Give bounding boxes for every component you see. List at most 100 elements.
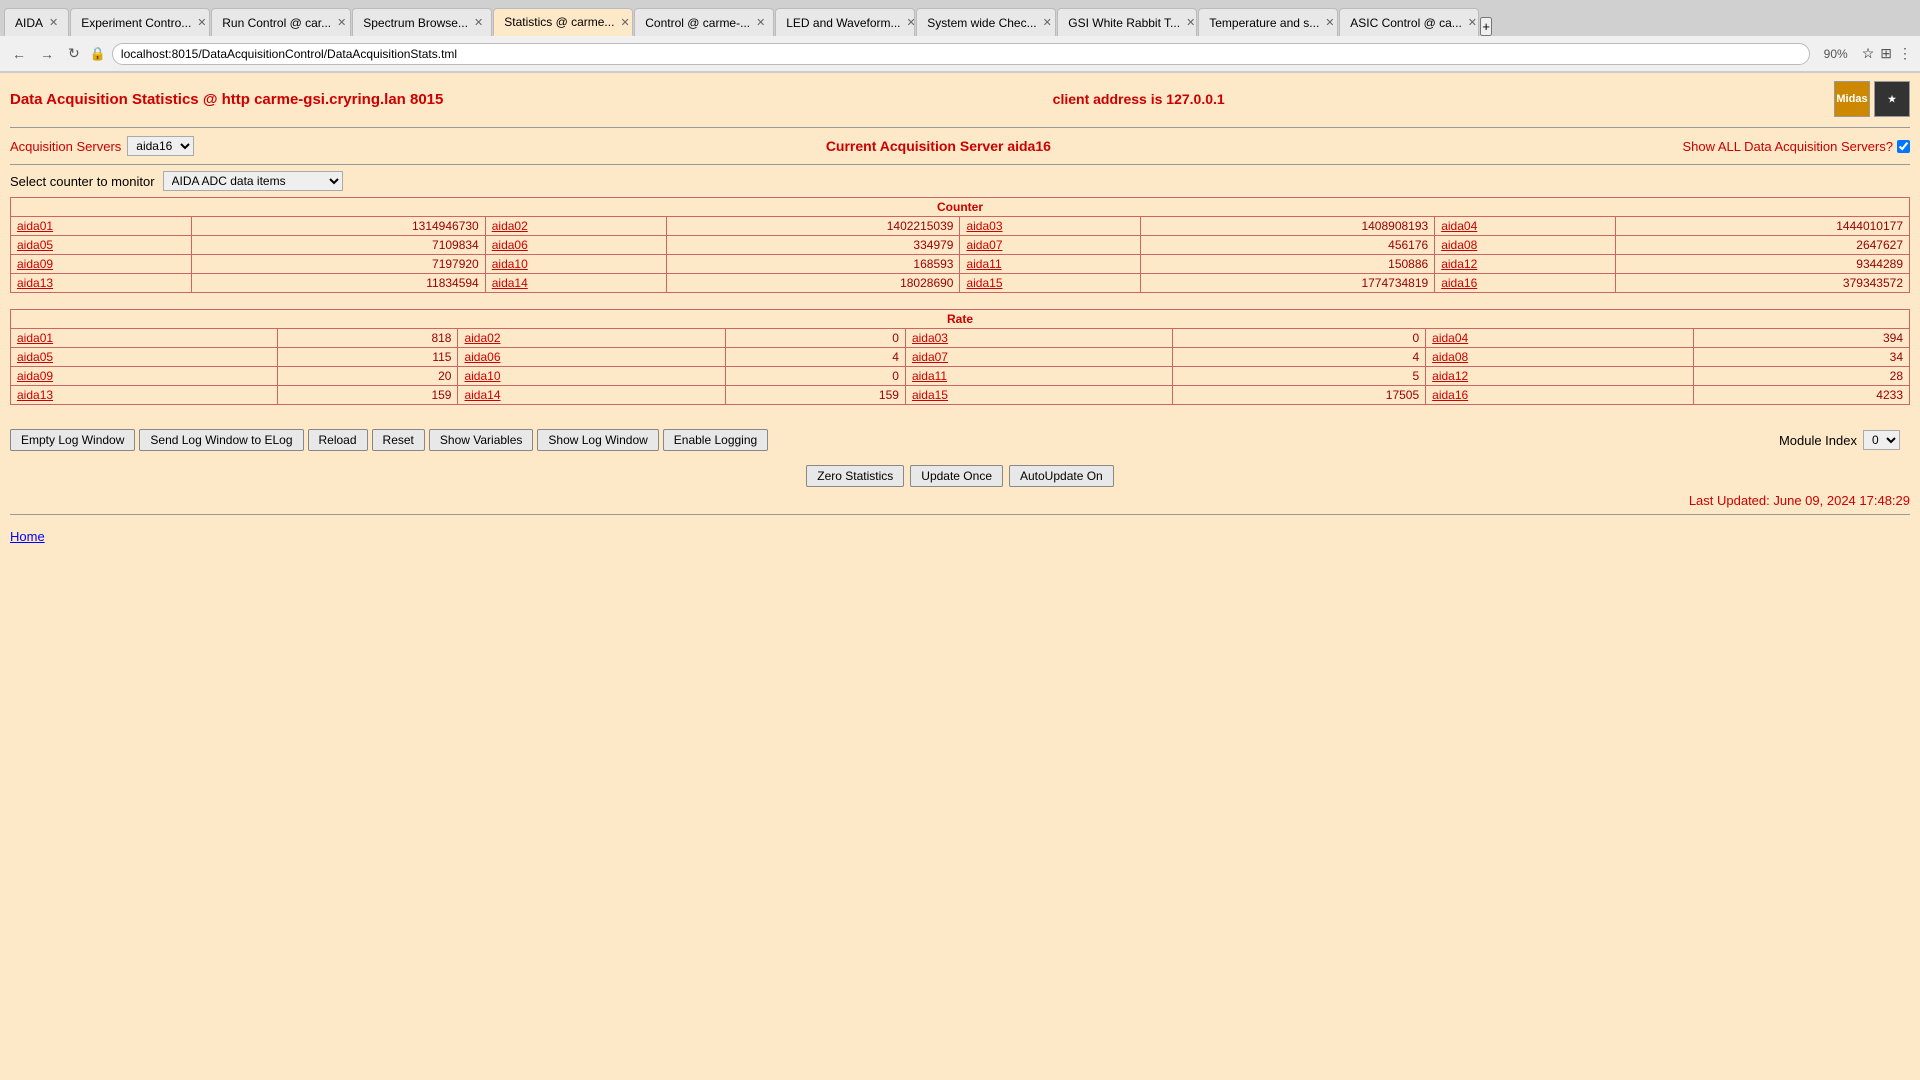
address-bar: ← → ↻ 🔒 90% ☆ ⊞ ⋮ <box>0 36 1920 72</box>
counter-name-aida01[interactable]: aida01 <box>11 217 192 236</box>
update-once-button[interactable]: Update Once <box>910 465 1003 487</box>
rate-name-aida16[interactable]: aida16 <box>1426 386 1693 405</box>
back-button[interactable]: ← <box>8 44 30 64</box>
acquisition-server-select[interactable]: aida16 <box>127 136 194 156</box>
reload-button[interactable]: ↻ <box>64 43 84 64</box>
tab-spectrum-browser[interactable]: Spectrum Browse... ✕ <box>352 8 492 36</box>
tab-bar: AIDA ✕ Experiment Contro... ✕ Run Contro… <box>0 0 1920 36</box>
counter-value-aida16: 379343572 <box>1615 274 1909 293</box>
counter-name-aida11[interactable]: aida11 <box>960 255 1141 274</box>
rate-name-aida05[interactable]: aida05 <box>11 348 278 367</box>
table-row: aida09 20 aida10 0 aida11 5 aida12 28 <box>11 367 1910 386</box>
counter-type-select[interactable]: AIDA ADC data items <box>163 171 343 191</box>
rate-name-aida06[interactable]: aida06 <box>458 348 725 367</box>
module-index-select[interactable]: 0 <box>1863 430 1900 450</box>
tab-label: Experiment Contro... <box>81 16 191 30</box>
tab-label: Control @ carme-... <box>645 16 750 30</box>
rate-value-aida09: 20 <box>278 367 458 386</box>
tab-label: Spectrum Browse... <box>363 16 468 30</box>
bookmark-icon[interactable]: ☆ <box>1862 45 1875 62</box>
counter-select-row: Select counter to monitor AIDA ADC data … <box>10 171 1910 191</box>
page-content: Data Acquisition Statistics @ http carme… <box>0 73 1920 552</box>
page-header: Data Acquisition Statistics @ http carme… <box>10 81 1910 117</box>
rate-name-aida03[interactable]: aida03 <box>905 329 1172 348</box>
empty-log-window-button[interactable]: Empty Log Window <box>10 429 135 451</box>
counter-value-aida01: 1314946730 <box>191 217 485 236</box>
tab-aida[interactable]: AIDA ✕ <box>4 8 69 36</box>
rate-name-aida09[interactable]: aida09 <box>11 367 278 386</box>
tab-temperature[interactable]: Temperature and s... ✕ <box>1198 8 1338 36</box>
autoupdate-button[interactable]: AutoUpdate On <box>1009 465 1114 487</box>
rate-name-aida07[interactable]: aida07 <box>905 348 1172 367</box>
close-icon[interactable]: ✕ <box>474 16 483 29</box>
divider-2 <box>10 164 1910 165</box>
close-icon[interactable]: ✕ <box>337 16 346 29</box>
tab-led-waveform[interactable]: LED and Waveform... ✕ <box>775 8 915 36</box>
counter-name-aida04[interactable]: aida04 <box>1435 217 1616 236</box>
close-icon[interactable]: ✕ <box>756 16 765 29</box>
close-icon[interactable]: ✕ <box>620 16 629 29</box>
close-icon[interactable]: ✕ <box>49 16 58 29</box>
counter-name-aida10[interactable]: aida10 <box>485 255 666 274</box>
show-log-window-button[interactable]: Show Log Window <box>537 429 658 451</box>
tab-statistics[interactable]: Statistics @ carme... ✕ <box>493 8 633 36</box>
zero-statistics-button[interactable]: Zero Statistics <box>806 465 904 487</box>
reset-button[interactable]: Reset <box>372 429 425 451</box>
menu-icon[interactable]: ⋮ <box>1898 45 1912 62</box>
counter-name-aida07[interactable]: aida07 <box>960 236 1141 255</box>
table-row: aida05 7109834 aida06 334979 aida07 4561… <box>11 236 1910 255</box>
send-log-to-elog-button[interactable]: Send Log Window to ELog <box>139 429 303 451</box>
enable-logging-button[interactable]: Enable Logging <box>663 429 768 451</box>
counter-name-aida06[interactable]: aida06 <box>485 236 666 255</box>
forward-button[interactable]: → <box>36 44 58 64</box>
tab-run-control[interactable]: Run Control @ car... ✕ <box>211 8 351 36</box>
rate-name-aida11[interactable]: aida11 <box>905 367 1172 386</box>
close-icon[interactable]: ✕ <box>1468 16 1477 29</box>
counter-name-aida05[interactable]: aida05 <box>11 236 192 255</box>
counter-name-aida12[interactable]: aida12 <box>1435 255 1616 274</box>
rate-name-aida12[interactable]: aida12 <box>1426 367 1693 386</box>
reload-button-action[interactable]: Reload <box>308 429 368 451</box>
rate-name-aida04[interactable]: aida04 <box>1426 329 1693 348</box>
tab-experiment-control[interactable]: Experiment Contro... ✕ <box>70 8 210 36</box>
acquisition-servers-label: Acquisition Servers <box>10 139 121 154</box>
rate-name-aida02[interactable]: aida02 <box>458 329 725 348</box>
rate-value-aida02: 0 <box>725 329 905 348</box>
counter-name-aida09[interactable]: aida09 <box>11 255 192 274</box>
buttons-module-row: Empty Log Window Send Log Window to ELog… <box>10 421 1910 459</box>
module-index-row: Module Index 0 <box>1779 430 1900 450</box>
rate-name-aida01[interactable]: aida01 <box>11 329 278 348</box>
counter-name-aida16[interactable]: aida16 <box>1435 274 1616 293</box>
rate-name-aida08[interactable]: aida08 <box>1426 348 1693 367</box>
close-icon[interactable]: ✕ <box>907 16 916 29</box>
rate-name-aida10[interactable]: aida10 <box>458 367 725 386</box>
close-icon[interactable]: ✕ <box>197 16 206 29</box>
extensions-icon[interactable]: ⊞ <box>1880 45 1892 62</box>
rate-name-aida13[interactable]: aida13 <box>11 386 278 405</box>
counter-name-aida03[interactable]: aida03 <box>960 217 1141 236</box>
counter-name-aida13[interactable]: aida13 <box>11 274 192 293</box>
bottom-buttons-row: Zero Statistics Update Once AutoUpdate O… <box>10 465 1910 487</box>
rate-name-aida15[interactable]: aida15 <box>905 386 1172 405</box>
counter-name-aida02[interactable]: aida02 <box>485 217 666 236</box>
show-all-checkbox[interactable] <box>1897 140 1910 153</box>
tab-control[interactable]: Control @ carme-... ✕ <box>634 8 774 36</box>
close-icon[interactable]: ✕ <box>1325 16 1334 29</box>
rate-value-aida06: 4 <box>725 348 905 367</box>
address-input[interactable] <box>112 43 1810 65</box>
show-variables-button[interactable]: Show Variables <box>429 429 534 451</box>
counter-name-aida08[interactable]: aida08 <box>1435 236 1616 255</box>
rate-name-aida14[interactable]: aida14 <box>458 386 725 405</box>
tab-system-check[interactable]: System wide Chec... ✕ <box>916 8 1056 36</box>
tab-gsi-white-rabbit[interactable]: GSI White Rabbit T... ✕ <box>1057 8 1197 36</box>
new-tab-button[interactable]: + <box>1480 17 1492 36</box>
counter-name-aida14[interactable]: aida14 <box>485 274 666 293</box>
tab-asic-control[interactable]: ASIC Control @ ca... ✕ <box>1339 8 1479 36</box>
show-all-label: Show ALL Data Acquisition Servers? <box>1682 139 1893 154</box>
close-icon[interactable]: ✕ <box>1186 16 1195 29</box>
counter-select-label: Select counter to monitor <box>10 174 155 189</box>
close-icon[interactable]: ✕ <box>1043 16 1052 29</box>
home-link[interactable]: Home <box>10 529 45 544</box>
current-server-label: Current Acquisition Server aida16 <box>826 138 1051 154</box>
counter-name-aida15[interactable]: aida15 <box>960 274 1141 293</box>
